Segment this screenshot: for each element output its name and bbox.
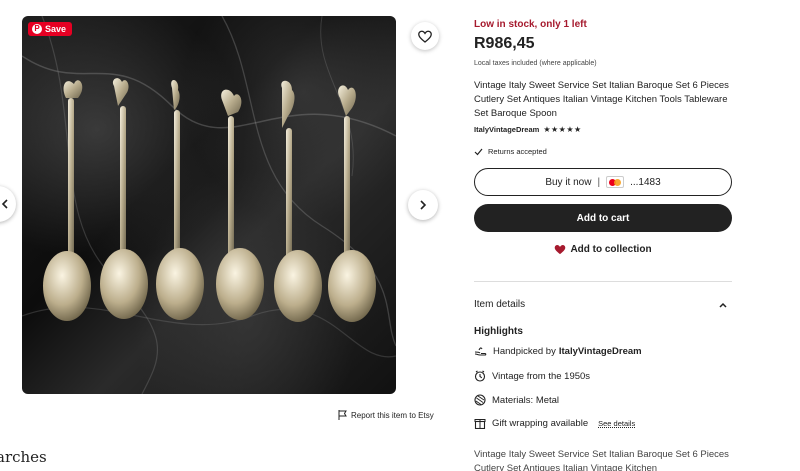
spoon-5 <box>274 80 322 322</box>
add-to-collection-button[interactable]: Add to collection <box>474 244 732 255</box>
handpicked-prefix: Handpicked by <box>493 346 556 357</box>
highlight-gift: Gift wrapping available See details <box>474 417 635 429</box>
tax-note: Local taxes included (where applicable) <box>474 60 597 67</box>
add-to-collection-label: Add to collection <box>570 244 652 255</box>
buy-now-label: Buy it now <box>545 176 592 188</box>
chevron-up-icon <box>719 302 727 308</box>
listing-title: Vintage Italy Sweet Service Set Italian … <box>474 80 729 119</box>
highlight-vintage: Vintage from the 1950s <box>474 370 590 382</box>
buy-it-now-button[interactable]: Buy it now | ...1483 <box>474 168 732 196</box>
checkmark-icon <box>474 148 483 155</box>
item-details-label: Item details <box>474 299 526 310</box>
gift-wrapping-label: Gift wrapping available <box>492 417 589 429</box>
mastercard-icon <box>606 176 625 188</box>
spoon-6 <box>328 85 376 322</box>
next-image-button[interactable] <box>408 190 438 220</box>
card-number: ...1483 <box>630 176 661 188</box>
pinterest-icon: P <box>32 24 42 34</box>
separator: | <box>597 176 601 188</box>
vintage-label: Vintage from the 1950s <box>492 370 591 382</box>
related-searches-heading: arches <box>0 448 47 466</box>
materials-label: Materials: Metal <box>492 394 560 406</box>
highlight-handpicked: Handpicked by ItalyVintageDream <box>474 346 642 357</box>
heart-outline-icon <box>418 30 432 43</box>
shop-name-link[interactable]: ItalyVintageDream <box>474 125 539 134</box>
highlight-materials: Materials: Metal <box>474 394 559 406</box>
pinterest-save-button[interactable]: P Save <box>28 22 73 36</box>
spoon-1 <box>43 80 91 321</box>
listing-photo[interactable]: P Save <box>22 16 396 394</box>
hand-icon <box>474 347 487 356</box>
description-text: Vintage Italy Sweet Service Set Italian … <box>474 449 729 471</box>
chevron-right-icon <box>420 200 427 210</box>
flag-icon <box>338 410 347 420</box>
previous-image-button[interactable] <box>0 186 16 222</box>
returns-label: Returns accepted <box>488 147 547 156</box>
favorite-button[interactable] <box>411 22 439 50</box>
stock-status: Low in stock, only 1 left <box>474 19 587 30</box>
returns-info: Returns accepted <box>474 147 547 156</box>
spoon-4 <box>216 89 264 320</box>
star-rating[interactable]: ★★★★★ <box>543 125 581 134</box>
add-to-cart-button[interactable]: Add to cart <box>474 204 732 232</box>
spoons-illustration <box>43 78 376 322</box>
report-label: Report this item to Etsy <box>351 410 434 420</box>
spoon-3 <box>156 79 204 320</box>
clock-icon <box>474 370 486 382</box>
chevron-left-icon <box>1 199 8 209</box>
gift-icon <box>474 419 486 429</box>
handpicked-shop[interactable]: ItalyVintageDream <box>559 346 642 357</box>
save-label: Save <box>45 24 67 34</box>
price: R986,45 <box>474 35 535 52</box>
highlights-heading: Highlights <box>474 326 523 337</box>
divider <box>474 281 732 282</box>
material-icon <box>474 394 486 406</box>
heart-filled-icon <box>555 245 566 255</box>
report-item-link[interactable]: Report this item to Etsy <box>338 410 434 420</box>
spoon-2 <box>100 78 148 319</box>
see-details-link[interactable]: See details <box>598 419 635 428</box>
item-details-toggle[interactable]: Item details <box>474 299 732 310</box>
shop-row: ItalyVintageDream ★★★★★ <box>474 125 582 134</box>
